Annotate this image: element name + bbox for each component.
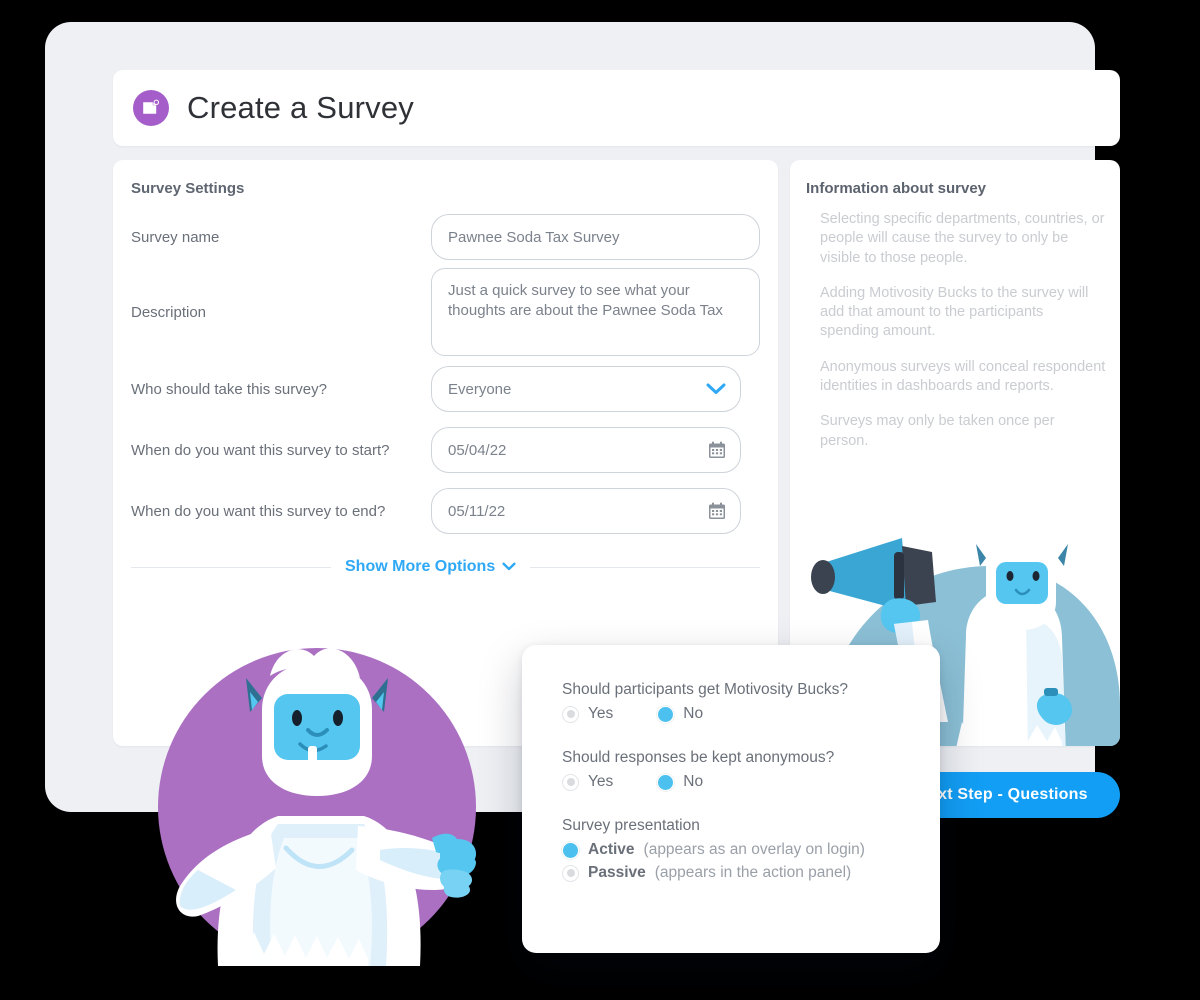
radio-option-yes[interactable]: Yes xyxy=(562,773,613,791)
show-more-options-button[interactable]: Show More Options xyxy=(345,558,516,576)
chevron-down-icon xyxy=(706,383,726,396)
survey-name-input[interactable]: Pawnee Soda Tax Survey xyxy=(431,214,760,260)
end-date-value: 05/11/22 xyxy=(448,502,506,520)
survey-presentation-group: Survey presentation Active (appears as a… xyxy=(562,817,940,882)
start-date-input[interactable]: 05/04/22 xyxy=(431,427,741,473)
yeti-pointing-illustration xyxy=(158,648,476,989)
show-more-options-label: Show More Options xyxy=(345,558,496,575)
presentation-option-name: Active xyxy=(588,841,635,858)
label-start-date: When do you want this survey to start? xyxy=(131,441,390,459)
radio-option-no[interactable]: No xyxy=(657,773,703,791)
divider-right xyxy=(530,566,760,568)
show-more-options-row: Show More Options xyxy=(131,558,760,576)
label-description: Description xyxy=(131,303,207,321)
radio-group: Yes No xyxy=(562,773,940,791)
radio-option-no[interactable]: No xyxy=(657,705,703,723)
radio-icon-unselected xyxy=(562,864,579,882)
survey-document-icon xyxy=(133,90,169,126)
presentation-label: Survey presentation xyxy=(562,817,700,834)
label-end-date: When do you want this survey to end? xyxy=(131,502,386,520)
audience-select[interactable]: Everyone xyxy=(431,366,741,412)
radio-icon-selected xyxy=(657,705,675,723)
audience-select-value: Everyone xyxy=(448,380,512,398)
chevron-down-icon xyxy=(502,558,516,576)
field-start-date: When do you want this survey to start? 0… xyxy=(131,427,760,473)
label-survey-name: Survey name xyxy=(131,228,220,246)
info-title: Information about survey xyxy=(806,180,987,197)
field-description: Description Just a quick survey to see w… xyxy=(131,268,760,356)
divider-left xyxy=(131,566,331,568)
presentation-option-name: Passive xyxy=(588,864,646,881)
radio-icon-unselected xyxy=(562,773,579,791)
radio-label: Yes xyxy=(588,705,614,722)
radio-label: Yes xyxy=(588,773,614,790)
start-date-value: 05/04/22 xyxy=(448,441,507,459)
question-anonymous: Should responses be kept anonymous? Yes … xyxy=(562,749,940,791)
question-motivosity-bucks: Should participants get Motivosity Bucks… xyxy=(562,681,940,723)
question-label: Should responses be kept anonymous? xyxy=(562,749,835,766)
survey-options-popup: Should participants get Motivosity Bucks… xyxy=(522,645,940,953)
radio-label: No xyxy=(683,773,704,790)
screenshot-stage: Create a Survey Survey Settings Survey n… xyxy=(0,0,1200,1000)
info-paragraph-list: Selecting specific departments, countrie… xyxy=(820,210,1106,467)
description-textarea[interactable]: Just a quick survey to see what your tho… xyxy=(431,268,760,356)
radio-option-yes[interactable]: Yes xyxy=(562,705,613,723)
question-label: Should participants get Motivosity Bucks… xyxy=(562,681,849,698)
page-title: Create a Survey xyxy=(187,90,414,125)
field-survey-name: Survey name Pawnee Soda Tax Survey xyxy=(131,214,760,260)
presentation-option-detail: (appears as an overlay on login) xyxy=(643,841,865,858)
info-paragraph: Selecting specific departments, countrie… xyxy=(820,211,1105,266)
calendar-icon[interactable] xyxy=(708,502,726,520)
presentation-option-passive[interactable]: Passive (appears in the action panel) xyxy=(562,864,940,882)
radio-icon-selected xyxy=(657,773,675,791)
label-audience: Who should take this survey? xyxy=(131,380,327,398)
end-date-input[interactable]: 05/11/22 xyxy=(431,488,741,534)
calendar-icon[interactable] xyxy=(708,441,726,459)
radio-label: No xyxy=(683,705,704,722)
info-paragraph: Surveys may only be taken once per perso… xyxy=(820,413,1055,449)
info-paragraph: Anonymous surveys will conceal responden… xyxy=(820,358,1106,394)
radio-icon-unselected xyxy=(562,705,579,723)
radio-group: Yes No xyxy=(562,705,940,723)
presentation-option-detail: (appears in the action panel) xyxy=(654,864,852,881)
field-audience: Who should take this survey? Everyone xyxy=(131,366,760,412)
app-header: Create a Survey xyxy=(113,70,1120,146)
radio-icon-selected xyxy=(562,841,579,859)
field-end-date: When do you want this survey to end? 05/… xyxy=(131,488,760,534)
info-paragraph: Adding Motivosity Bucks to the survey wi… xyxy=(820,284,1089,340)
section-title: Survey Settings xyxy=(131,180,245,197)
presentation-option-active[interactable]: Active (appears as an overlay on login) xyxy=(562,841,940,859)
